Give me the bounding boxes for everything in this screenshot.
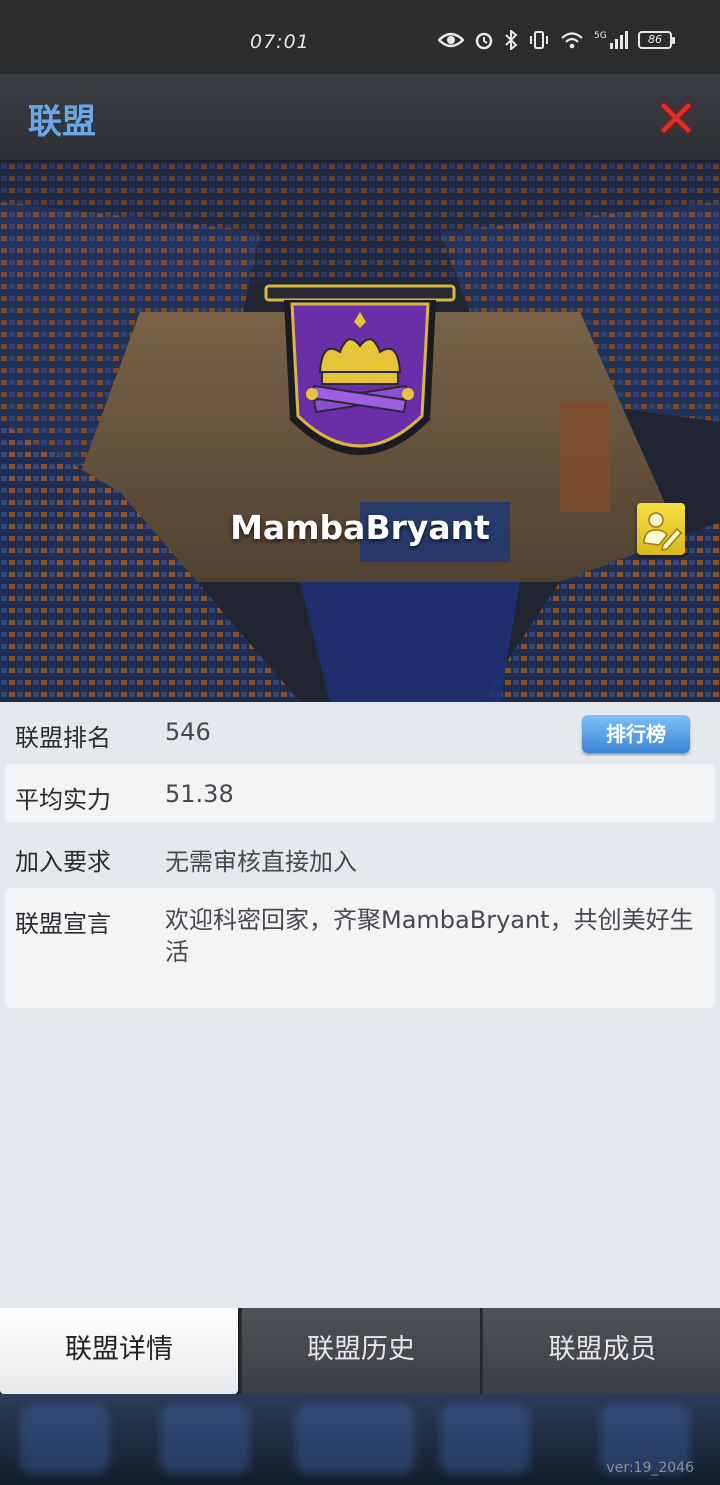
- leaderboard-button[interactable]: 排行榜: [582, 715, 690, 753]
- declaration-text: 欢迎科密回家，齐聚MambaBryant，共创美好生活: [165, 906, 694, 966]
- power-row: 平均实力 51.38: [5, 764, 715, 822]
- tab-bar: 联盟详情 联盟历史 联盟成员: [0, 1308, 720, 1394]
- version-label: ver:19_2046: [606, 1460, 694, 1476]
- vibrate-icon: [530, 31, 548, 49]
- tab-alliance-members[interactable]: 联盟成员: [481, 1308, 720, 1394]
- title-bar: 联盟: [0, 74, 720, 162]
- close-icon: [658, 100, 694, 136]
- wifi-icon: [561, 32, 583, 49]
- edit-icon: [643, 512, 683, 551]
- status-icons: 5G 86: [438, 29, 675, 51]
- join-label: 加入要求: [15, 848, 111, 876]
- page-title: 联盟: [28, 102, 96, 142]
- edit-button[interactable]: [637, 503, 685, 555]
- rank-label: 联盟排名: [15, 724, 111, 752]
- battery-icon: 86: [638, 31, 675, 49]
- svg-text:5G: 5G: [594, 31, 607, 41]
- blurred-nav-icon: [20, 1404, 110, 1474]
- declaration-label: 联盟宣言: [15, 910, 111, 938]
- signal-icon: 5G: [594, 31, 628, 49]
- alarm-icon: [475, 32, 493, 50]
- tab-alliance-history[interactable]: 联盟历史: [240, 1308, 480, 1394]
- rank-value: 546: [165, 718, 211, 746]
- status-bar: 07:01 5G 86: [0, 0, 720, 74]
- join-row: 加入要求 无需审核直接加入: [5, 826, 715, 884]
- alliance-info-panel: 联盟排名 546 排行榜 平均实力 51.38 加入要求 无需审核直接加入 联盟…: [0, 702, 720, 1308]
- join-value: 无需审核直接加入: [165, 848, 357, 876]
- close-button[interactable]: [654, 96, 698, 140]
- eye-icon: [438, 32, 464, 48]
- alliance-banner: MambaBryant: [0, 162, 720, 702]
- bluetooth-icon: [505, 30, 518, 50]
- status-time: 07:01: [250, 31, 310, 53]
- blurred-nav-icon: [440, 1404, 530, 1474]
- alliance-emblem-icon: [264, 284, 456, 455]
- blurred-nav-icon: [295, 1404, 415, 1474]
- power-label: 平均实力: [15, 786, 111, 814]
- rank-row: 联盟排名 546 排行榜: [5, 702, 715, 764]
- tab-alliance-details[interactable]: 联盟详情: [0, 1308, 238, 1394]
- declaration-row: 联盟宣言 欢迎科密回家，齐聚MambaBryant，共创美好生活: [5, 888, 715, 1008]
- alliance-name: MambaBryant: [230, 508, 490, 547]
- power-value: 51.38: [165, 780, 234, 808]
- blurred-nav-icon: [160, 1404, 250, 1474]
